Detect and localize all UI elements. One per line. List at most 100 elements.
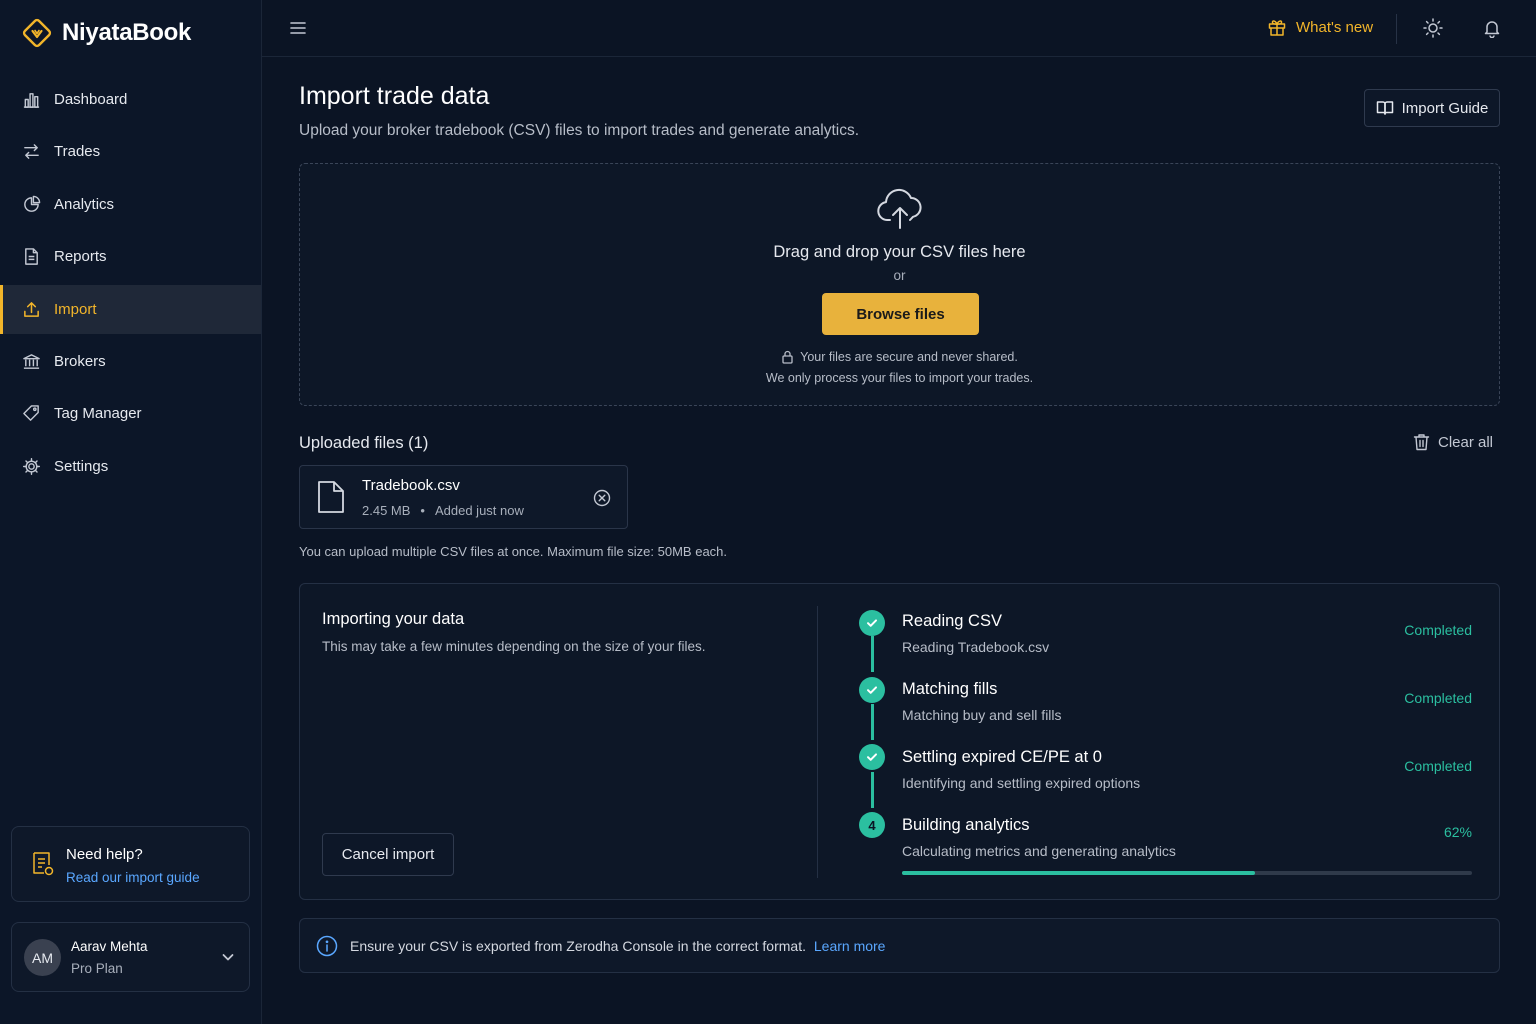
import-progress-subtitle: This may take a few minutes depending on…	[322, 639, 706, 654]
file-dropzone[interactable]: Drag and drop your CSV files here or Bro…	[299, 163, 1500, 406]
help-title: Need help?	[66, 846, 143, 863]
user-plan: Pro Plan	[71, 961, 123, 976]
security-note: Your files are secure and never shared.	[300, 350, 1499, 364]
panel-divider	[817, 606, 818, 878]
sidebar-nav: Dashboard Trades Analytics Reports Impor…	[0, 75, 261, 494]
cloud-upload-icon	[875, 186, 925, 232]
menu-icon[interactable]	[289, 19, 307, 37]
arrows-swap-icon	[22, 142, 41, 161]
gift-icon	[1267, 17, 1287, 37]
remove-file-icon[interactable]	[593, 489, 611, 507]
bell-icon[interactable]	[1482, 18, 1502, 38]
file-name: Tradebook.csv	[362, 477, 460, 494]
step-status: Completed	[1404, 622, 1472, 638]
uploaded-files-title: Uploaded files (1)	[299, 434, 429, 452]
import-guide-link[interactable]: Read our import guide	[66, 870, 200, 885]
logo-icon	[22, 18, 52, 48]
bar-chart-icon	[22, 90, 41, 109]
step-connector	[871, 636, 874, 672]
user-menu[interactable]: AM Aarav Mehta Pro Plan	[11, 922, 250, 992]
bank-icon	[22, 352, 41, 371]
step-connector	[871, 772, 874, 808]
user-name: Aarav Mehta	[71, 939, 148, 954]
page-title: Import trade data	[299, 82, 490, 110]
help-card: Need help? Read our import guide	[11, 826, 250, 902]
sidebar-item-label: Analytics	[54, 195, 115, 213]
sidebar-item-label: Settings	[54, 457, 109, 475]
progress-bar	[902, 871, 1472, 875]
file-meta: 2.45 MB • Added just now	[362, 503, 524, 518]
sidebar-item-analytics[interactable]: Analytics	[0, 180, 261, 229]
sidebar-item-trades[interactable]: Trades	[0, 127, 261, 176]
info-icon	[316, 935, 338, 957]
step-description: Matching buy and sell fills	[902, 707, 1062, 723]
sidebar-item-label: Tag Manager	[54, 405, 142, 423]
progress-bar-fill	[902, 871, 1256, 875]
sidebar-item-dashboard[interactable]: Dashboard	[0, 75, 261, 124]
trash-icon	[1413, 433, 1430, 451]
step-connector	[871, 704, 874, 740]
sidebar-item-reports[interactable]: Reports	[0, 232, 261, 281]
topbar: What's new	[262, 0, 1536, 57]
sun-icon[interactable]	[1423, 18, 1443, 38]
info-banner: Ensure your CSV is exported from Zerodha…	[299, 918, 1500, 973]
help-document-icon	[32, 851, 56, 877]
avatar: AM	[24, 939, 61, 976]
info-text: Ensure your CSV is exported from Zerodha…	[350, 938, 885, 954]
clear-all-label: Clear all	[1438, 433, 1494, 451]
cancel-import-button[interactable]: Cancel import	[322, 833, 454, 876]
import-guide-button[interactable]: Import Guide	[1364, 89, 1500, 127]
lock-icon	[781, 350, 794, 364]
whats-new-button[interactable]: What's new	[1267, 17, 1373, 37]
gear-icon	[22, 457, 41, 476]
chevron-down-icon	[221, 950, 235, 964]
logo[interactable]: NiyataBook	[22, 18, 191, 48]
step-status: Completed	[1404, 758, 1472, 774]
sidebar-item-settings[interactable]: Settings	[0, 442, 261, 491]
page-subtitle: Upload your broker tradebook (CSV) files…	[299, 122, 860, 139]
sidebar-item-label: Import	[54, 300, 97, 318]
import-progress-panel: Importing your data This may take a few …	[299, 583, 1500, 900]
sidebar-item-label: Dashboard	[54, 91, 128, 108]
sidebar: NiyataBook Dashboard Trades Analytics Re…	[0, 0, 262, 1024]
step-title: Building analytics	[902, 816, 1030, 834]
sidebar-item-label: Brokers	[54, 352, 106, 370]
sidebar-item-label: Reports	[54, 248, 107, 266]
sidebar-item-label: Trades	[54, 143, 101, 161]
step-description: Identifying and settling expired options	[902, 775, 1141, 791]
dropzone-title: Drag and drop your CSV files here	[773, 243, 1026, 261]
tag-icon	[22, 404, 41, 423]
info-message: Ensure your CSV is exported from Zerodha…	[350, 938, 806, 954]
dropzone-or: or	[893, 268, 906, 283]
upload-note: You can upload multiple CSV files at onc…	[299, 544, 728, 559]
upload-icon	[22, 300, 41, 319]
step-title: Reading CSV	[902, 612, 1002, 630]
uploaded-file-item: Tradebook.csv 2.45 MB • Added just now	[299, 465, 628, 529]
step-description: Calculating metrics and generating analy…	[902, 843, 1176, 859]
app-name: NiyataBook	[62, 19, 192, 46]
meta-separator: •	[420, 503, 425, 518]
step-title: Matching fills	[902, 680, 998, 698]
step-progress-percent: 62%	[1443, 824, 1472, 840]
security-line-1: Your files are secure and never shared.	[800, 350, 1018, 364]
clear-all-button[interactable]: Clear all	[1413, 433, 1493, 451]
check-icon	[859, 677, 885, 703]
import-guide-label: Import Guide	[1401, 99, 1489, 117]
document-icon	[22, 247, 41, 266]
step-title: Settling expired CE/PE at 0	[902, 748, 1102, 766]
browse-files-button[interactable]: Browse files	[822, 293, 979, 335]
import-progress-title: Importing your data	[322, 610, 465, 628]
file-size: 2.45 MB	[362, 503, 411, 518]
file-icon	[317, 480, 345, 514]
security-line-2: We only process your files to import you…	[765, 371, 1034, 385]
topbar-divider	[1396, 14, 1397, 44]
sidebar-item-import[interactable]: Import	[0, 284, 261, 334]
check-icon	[859, 744, 885, 770]
analytics-icon	[22, 195, 41, 214]
sidebar-item-tag-manager[interactable]: Tag Manager	[0, 389, 261, 438]
sidebar-item-brokers[interactable]: Brokers	[0, 337, 261, 386]
check-icon	[859, 610, 885, 636]
learn-more-link[interactable]: Learn more	[814, 938, 886, 954]
book-icon	[1376, 99, 1394, 117]
whats-new-label: What's new	[1296, 18, 1374, 36]
